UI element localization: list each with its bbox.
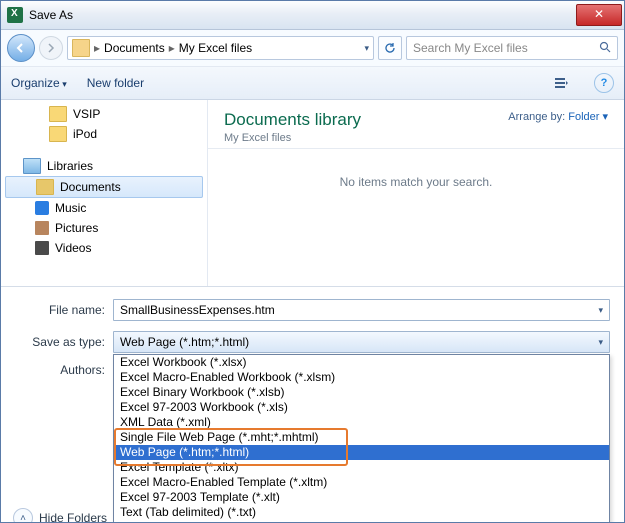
- tree-item-videos[interactable]: Videos: [1, 238, 207, 258]
- folder-icon: [49, 106, 67, 122]
- filename-input[interactable]: SmallBusinessExpenses.htm ▾: [113, 299, 610, 321]
- authors-label: Authors:: [15, 363, 113, 377]
- music-icon: [35, 201, 49, 215]
- search-icon: [599, 41, 611, 56]
- libraries-icon: [23, 158, 41, 174]
- type-option-selected[interactable]: Web Page (*.htm;*.html): [114, 445, 609, 460]
- search-placeholder: Search My Excel files: [413, 41, 528, 55]
- tree-item-label: iPod: [73, 127, 97, 141]
- tree-group-label: Libraries: [47, 159, 93, 173]
- save-as-type-dropdown-list[interactable]: Excel Workbook (*.xlsx) Excel Macro-Enab…: [113, 354, 610, 523]
- type-option[interactable]: Excel Workbook (*.xlsx): [114, 355, 609, 370]
- save-as-dialog: Save As ✕ ▸ Documents ▸ My Excel files ▾…: [0, 0, 625, 523]
- breadcrumb-seg-myexcel[interactable]: My Excel files: [179, 41, 252, 55]
- type-option[interactable]: Excel Macro-Enabled Template (*.xltm): [114, 475, 609, 490]
- arrange-label: Arrange by:: [508, 111, 565, 123]
- save-as-type-label: Save as type:: [15, 335, 113, 349]
- tree-item-label: Documents: [60, 180, 121, 194]
- chevron-down-icon[interactable]: ▾: [598, 305, 603, 316]
- breadcrumb-seg-documents[interactable]: Documents: [104, 41, 165, 55]
- hide-folders-label: Hide Folders: [39, 511, 107, 523]
- chevron-right-icon: ▸: [94, 41, 100, 55]
- excel-icon: [7, 7, 23, 23]
- toolbar: Organize New folder ?: [1, 67, 624, 100]
- type-option[interactable]: Excel Binary Workbook (*.xlsb): [114, 385, 609, 400]
- navigation-tree[interactable]: VSIP iPod Libraries Documents Music Pict…: [1, 100, 208, 286]
- refresh-button[interactable]: [378, 36, 402, 60]
- arrange-by: Arrange by: Folder ▾: [508, 110, 608, 123]
- type-option[interactable]: Excel Template (*.xltx): [114, 460, 609, 475]
- arrange-dropdown[interactable]: Folder ▾: [568, 111, 608, 123]
- folder-icon: [49, 126, 67, 142]
- chevron-down-icon[interactable]: ▾: [364, 43, 369, 54]
- view-options-button[interactable]: [550, 71, 574, 95]
- videos-icon: [35, 241, 49, 255]
- view-icon: [555, 77, 569, 89]
- tree-item-documents[interactable]: Documents: [5, 176, 203, 198]
- organize-button[interactable]: Organize: [11, 76, 67, 90]
- tree-item-label: Pictures: [55, 221, 98, 235]
- filename-label: File name:: [15, 303, 113, 317]
- search-input[interactable]: Search My Excel files: [406, 36, 618, 60]
- empty-message: No items match your search.: [208, 149, 624, 286]
- form-area: File name: SmallBusinessExpenses.htm ▾ S…: [1, 286, 624, 523]
- body-area: VSIP iPod Libraries Documents Music Pict…: [1, 100, 624, 286]
- tree-item-music[interactable]: Music: [1, 198, 207, 218]
- pictures-icon: [35, 221, 49, 235]
- chevron-right-icon: ▸: [169, 41, 175, 55]
- type-option[interactable]: Text (Tab delimited) (*.txt): [114, 505, 609, 520]
- tree-item-pictures[interactable]: Pictures: [1, 218, 207, 238]
- save-as-type-value: Web Page (*.htm;*.html): [120, 335, 249, 349]
- type-option[interactable]: Excel Macro-Enabled Workbook (*.xlsm): [114, 370, 609, 385]
- tree-item-label: Videos: [55, 241, 91, 255]
- save-as-type-combo[interactable]: Web Page (*.htm;*.html) ▾: [113, 331, 610, 353]
- folder-icon: [72, 39, 90, 57]
- content-header: Documents library My Excel files Arrange…: [208, 100, 624, 149]
- chevron-up-icon: ˄: [13, 508, 33, 523]
- breadcrumb[interactable]: ▸ Documents ▸ My Excel files ▾: [67, 36, 374, 60]
- content-pane: Documents library My Excel files Arrange…: [208, 100, 624, 286]
- tree-item-label: VSIP: [73, 107, 100, 121]
- documents-icon: [36, 179, 54, 195]
- tree-group-libraries[interactable]: Libraries: [1, 156, 207, 176]
- nav-bar: ▸ Documents ▸ My Excel files ▾ Search My…: [1, 30, 624, 67]
- type-option[interactable]: XML Data (*.xml): [114, 415, 609, 430]
- tree-item-vsip[interactable]: VSIP: [1, 104, 207, 124]
- new-folder-button[interactable]: New folder: [87, 76, 144, 90]
- title-bar: Save As ✕: [1, 1, 624, 30]
- library-title: Documents library: [224, 110, 361, 130]
- arrow-right-icon: [46, 43, 56, 53]
- library-subtitle: My Excel files: [224, 132, 361, 144]
- hide-folders-button[interactable]: ˄ Hide Folders: [13, 508, 107, 523]
- type-option[interactable]: Excel 97-2003 Workbook (*.xls): [114, 400, 609, 415]
- forward-button[interactable]: [39, 36, 63, 60]
- filename-value: SmallBusinessExpenses.htm: [120, 303, 275, 317]
- arrow-left-icon: [15, 42, 27, 54]
- back-button[interactable]: [7, 34, 35, 62]
- refresh-icon: [384, 42, 396, 54]
- type-option[interactable]: Excel 97-2003 Template (*.xlt): [114, 490, 609, 505]
- chevron-down-icon[interactable]: ▾: [598, 337, 603, 348]
- tree-item-label: Music: [55, 201, 86, 215]
- tree-item-ipod[interactable]: iPod: [1, 124, 207, 144]
- help-button[interactable]: ?: [594, 73, 614, 93]
- type-option[interactable]: Single File Web Page (*.mht;*.mhtml): [114, 430, 609, 445]
- window-title: Save As: [29, 8, 576, 22]
- close-button[interactable]: ✕: [576, 4, 622, 26]
